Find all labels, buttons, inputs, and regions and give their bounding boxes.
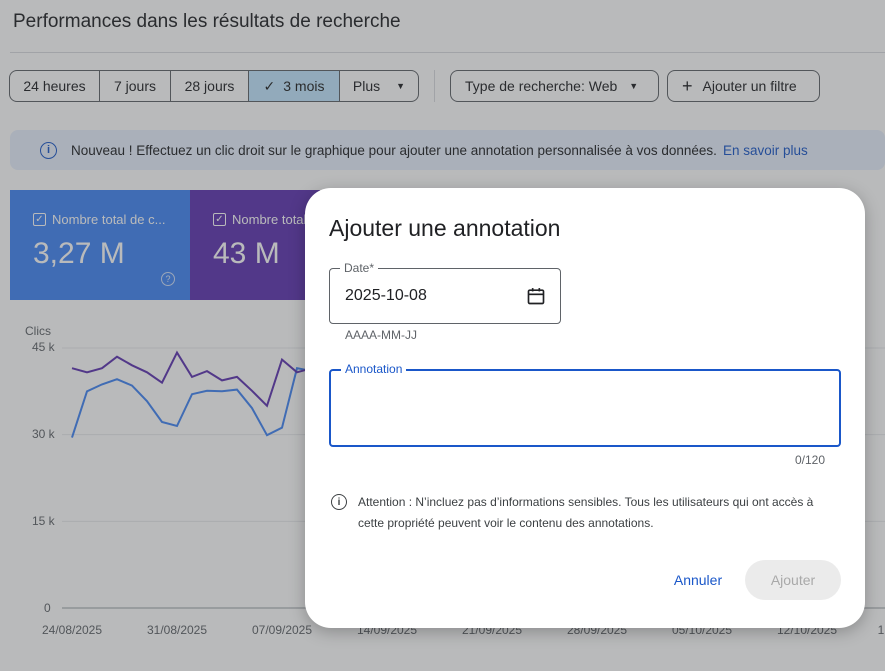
- cancel-button[interactable]: Annuler: [661, 560, 735, 600]
- add-annotation-dialog: Ajouter une annotation Date* 2025-10-08 …: [305, 188, 865, 628]
- sensitive-info-warning: i Attention : N’incluez pas d’informatio…: [331, 492, 841, 534]
- calendar-icon[interactable]: [526, 286, 546, 306]
- date-field[interactable]: Date* 2025-10-08: [329, 261, 561, 324]
- character-counter: 0/120: [794, 453, 825, 467]
- info-icon: i: [331, 494, 347, 510]
- add-button[interactable]: Ajouter: [745, 560, 841, 600]
- date-value[interactable]: 2025-10-08: [345, 287, 427, 305]
- date-format-hint: AAAA-MM-JJ: [345, 328, 417, 342]
- search-performance-page: Performances dans les résultats de reche…: [0, 0, 885, 671]
- dialog-title: Ajouter une annotation: [329, 215, 561, 241]
- annotation-field-label: Annotation: [341, 362, 407, 376]
- warning-text: Attention : N’incluez pas d’informations…: [358, 495, 814, 530]
- annotation-input[interactable]: Annotation: [329, 362, 841, 447]
- date-field-label: Date*: [340, 261, 379, 275]
